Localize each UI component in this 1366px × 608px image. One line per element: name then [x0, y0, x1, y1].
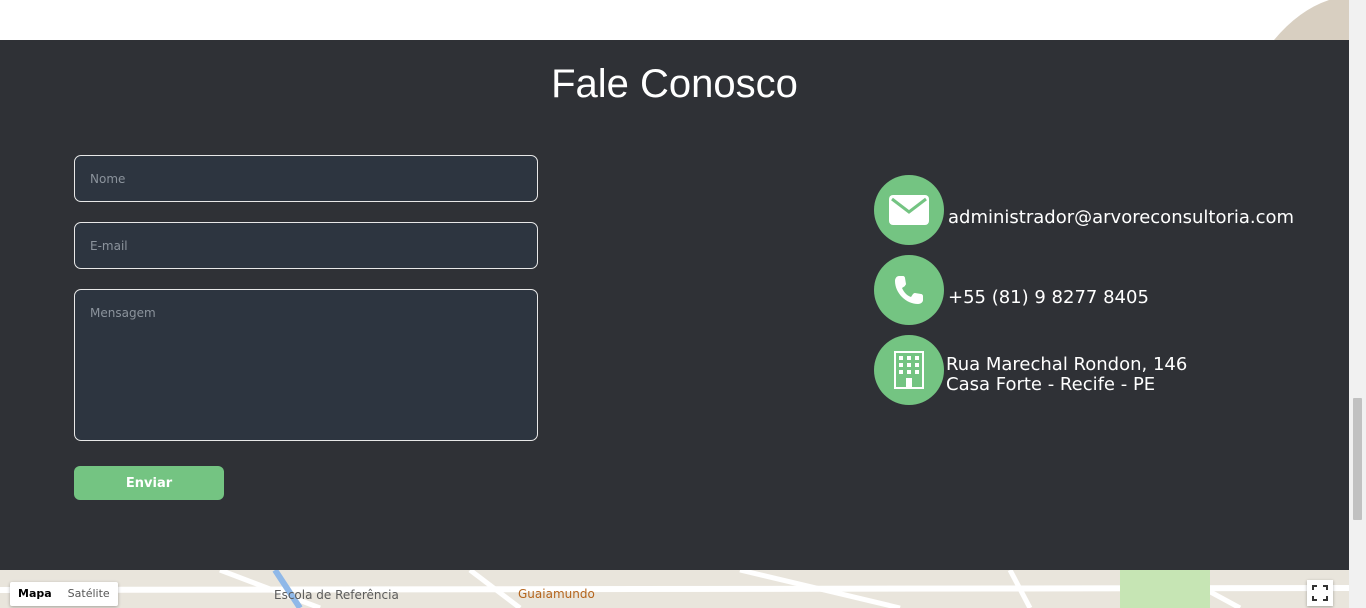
page: Fale Conosco Enviar administrador@arvore… [0, 0, 1366, 608]
map-label-school: Escola de Referência [274, 588, 399, 602]
contact-phone[interactable]: +55 (81) 9 8277 8405 [948, 287, 1149, 308]
email-badge [874, 175, 944, 245]
map[interactable]: Mapa Satélite Escola de Referência Guaia… [0, 570, 1349, 608]
fullscreen-icon [1312, 585, 1328, 601]
phone-icon [895, 276, 923, 304]
map-roads [0, 570, 1349, 608]
name-input[interactable] [74, 155, 538, 202]
decorative-shape [1274, 0, 1349, 40]
building-icon [894, 351, 924, 389]
top-strip [0, 0, 1349, 40]
map-type-map[interactable]: Mapa [10, 582, 60, 606]
message-textarea[interactable] [74, 289, 538, 441]
map-label-guaiamundo: Guaiamundo [518, 587, 595, 601]
email-input[interactable] [74, 222, 538, 269]
section-title: Fale Conosco [551, 62, 798, 106]
address-line-2: Casa Forte - Recife - PE [946, 374, 1156, 395]
scrollbar-thumb[interactable] [1353, 398, 1362, 520]
send-button[interactable]: Enviar [74, 466, 224, 500]
map-type-control[interactable]: Mapa Satélite [10, 582, 118, 606]
contact-section: Fale Conosco Enviar administrador@arvore… [0, 40, 1349, 570]
phone-badge [874, 255, 944, 325]
contact-email[interactable]: administrador@arvoreconsultoria.com [948, 207, 1294, 228]
envelope-icon [889, 195, 929, 225]
map-type-satellite[interactable]: Satélite [60, 582, 118, 606]
scrollbar[interactable] [1349, 0, 1366, 608]
fullscreen-button[interactable] [1307, 580, 1333, 606]
address-badge [874, 335, 944, 405]
address-line-1: Rua Marechal Rondon, 146 [946, 354, 1188, 375]
